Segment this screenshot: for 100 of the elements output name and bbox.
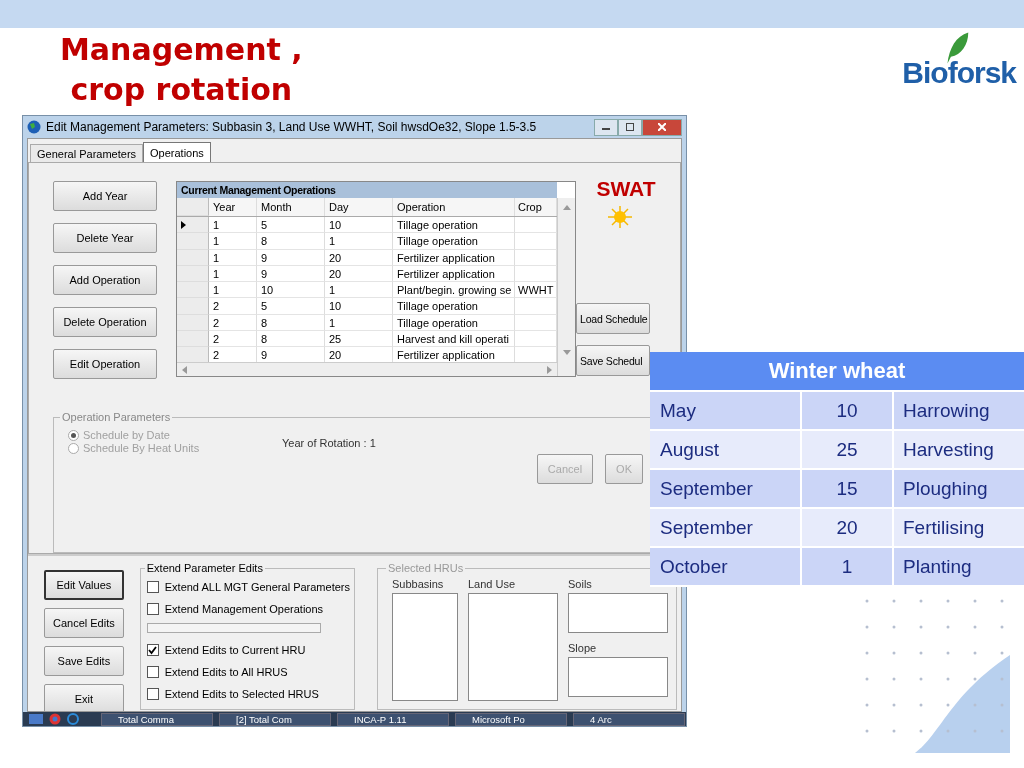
table-cell: May [650,392,802,429]
sun-icon [605,205,635,229]
maximize-icon [626,123,634,131]
action-button[interactable]: Edit Operation [53,349,157,379]
table-cell: 2 [209,331,257,348]
table-cell: Tillage operation [393,217,515,234]
group-title: Selected HRUs [387,562,465,574]
browser-icon[interactable] [49,713,61,725]
grid-title: Current Management Operations [177,182,557,198]
scroll-up-icon[interactable] [562,204,571,210]
schedule-button[interactable]: Save Schedul [576,345,650,376]
window-title: Edit Management Parameters: Subbasin 3, Land Use WWHT, Soil hwsdOe32, Slope 1.5-3.5 [46,120,537,134]
close-button[interactable] [642,118,682,136]
edit-button[interactable]: Edit Values [44,570,124,600]
column-header[interactable]: Crop [515,198,557,216]
tab[interactable]: General Parameters [30,144,144,162]
table-cell: 1 [209,249,257,266]
checkbox-option[interactable]: Extend ALL MGT General Parameters [144,576,350,598]
table-cell: 2 [209,298,257,315]
table-cell: Plant/begin. growing se [393,282,515,299]
tab[interactable]: Operations [143,142,211,162]
action-button[interactable]: Add Year [53,181,157,211]
table-cell: Tillage operation [393,298,515,315]
list-label: Subbasins [392,578,445,590]
column-header[interactable]: Day [325,198,393,216]
column-header[interactable]: Operation [393,198,515,216]
slide-title: Management , crop rotation [60,31,303,109]
taskbar-item[interactable]: INCA-P 1.11 [337,712,449,726]
table-cell: August [650,431,802,468]
taskbar-item[interactable]: Total Comma [101,712,213,726]
list-label: Soils [568,578,593,590]
table-cell: 25 [802,431,894,468]
table-cell: 25 [325,331,393,348]
table-cell: 8 [257,233,325,250]
row-header[interactable] [177,217,209,234]
taskbar-item[interactable]: [2] Total Com [219,712,331,726]
table-cell-text: Planting [902,555,973,579]
table-cell: 15 [802,470,894,507]
globe-icon [27,120,41,134]
scroll-down-icon[interactable] [562,350,571,356]
list-label: Land Use [468,578,517,590]
scrollbar[interactable] [557,198,575,376]
header-corner [177,198,209,216]
table-cell: 8 [257,331,325,348]
edit-button[interactable]: Exit [44,684,124,711]
swat-label: SWAT [596,177,656,201]
table-cell: 20 [325,249,393,266]
table-cell: 20 [802,509,894,546]
edit-button[interactable]: Cancel Edits [44,608,124,638]
table-cell: 10 [325,217,393,234]
table-cell: September [650,509,802,546]
table-cell: 20 [325,265,393,283]
schedule-button[interactable]: Load Schedule [576,303,650,334]
table-cell: 1 [802,548,894,585]
table-cell: 1 [209,265,257,283]
table-cell: September [650,470,802,507]
scroll-left-icon[interactable] [181,365,187,374]
table-cell: 1 [209,217,257,234]
checkbox-option[interactable]: Extend Management Operations [144,598,350,620]
taskbar-item[interactable]: 4 Arc [573,712,685,726]
table-title: Winter wheat [650,352,1024,392]
action-button[interactable]: Delete Operation [53,307,157,337]
table-cell: Tillage operation [393,314,515,332]
scroll-right-icon[interactable] [547,365,553,374]
logo: Bioforsk [902,52,1016,90]
action-button[interactable]: Add Operation [53,265,157,295]
table-cell: 8 [257,314,325,332]
checkbox-option[interactable]: Extend Edits to All HRUS [144,661,350,683]
table-cell: 1 [325,314,393,332]
column-header[interactable]: Year [209,198,257,216]
checkbox-option[interactable]: Extend Edits to Current HRU [144,639,350,661]
table-cell: 9 [257,249,325,266]
table-cell: 5 [257,217,325,234]
scrollbar[interactable] [177,362,557,376]
checkbox-option[interactable]: Extend Edits to Selected HRUS [144,683,350,705]
table-cell-text: Fertilising [902,516,986,540]
table-cell: 10 [325,298,393,315]
table-cell: Fertilizer application [393,265,515,283]
close-icon [658,123,666,131]
table-cell: 5 [257,298,325,315]
edit-button[interactable]: Save Edits [44,646,124,676]
minimize-button[interactable] [594,118,618,136]
table-cell: Fertilizer application [393,249,515,266]
table-cell: 2 [209,314,257,332]
current-row-icon [181,220,186,229]
taskbar-item[interactable]: Microsoft Po [455,712,567,726]
maximize-button[interactable] [618,118,642,136]
check-icon [148,645,158,655]
table-cell: 1 [325,282,393,299]
group-title: Extend Parameter Edits [145,562,264,574]
table-cell: October [650,548,802,585]
column-header[interactable]: Month [257,198,325,216]
table-cell: 1 [325,233,393,250]
table-cell: 9 [257,265,325,283]
browser-icon[interactable] [67,713,79,725]
table-cell: 1 [209,233,257,250]
list-label: Slope [568,642,598,654]
table-cell: Tillage operation [393,233,515,250]
table-cell: Harvest and kill operati [393,331,515,348]
action-button[interactable]: Delete Year [53,223,157,253]
